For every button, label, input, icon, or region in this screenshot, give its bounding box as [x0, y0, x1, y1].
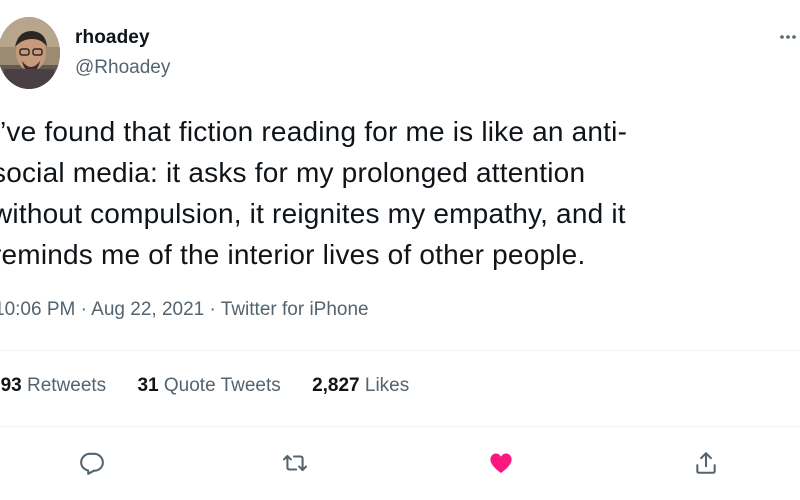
display-name[interactable]: rhoadey — [75, 27, 150, 49]
engagement-stats: 593 Retweets 31 Quote Tweets 2,827 Likes — [0, 375, 435, 397]
meta-separator: · — [209, 299, 216, 320]
tweet-time[interactable]: 10:06 PM — [0, 299, 75, 320]
likes-stat[interactable]: 2,827 Likes — [312, 375, 409, 397]
retweet-button[interactable] — [275, 443, 315, 483]
share-button[interactable] — [686, 443, 726, 483]
share-icon — [696, 452, 716, 474]
reply-icon — [80, 452, 104, 475]
avatar[interactable] — [0, 17, 60, 89]
heart-icon — [490, 453, 512, 473]
retweets-label: Retweets — [26, 375, 107, 396]
tweet-text: I’ve found that fiction reading for me i… — [0, 111, 792, 275]
tweet-text-line: I’ve found that fiction reading for me i… — [0, 116, 628, 147]
action-bar — [0, 443, 800, 483]
like-button[interactable] — [481, 443, 521, 483]
likes-count: 2,827 — [312, 375, 360, 396]
quote-tweets-count: 31 — [137, 375, 159, 396]
retweets-stat[interactable]: 593 Retweets — [0, 375, 106, 397]
tweet-text-line: without compulsion, it reignites my empa… — [0, 198, 626, 229]
quote-tweets-label: Quote Tweets — [163, 375, 281, 396]
retweets-count: 593 — [0, 375, 22, 396]
divider — [0, 350, 800, 351]
reply-button[interactable] — [72, 443, 112, 483]
divider — [0, 426, 800, 427]
meta-separator: · — [80, 299, 87, 320]
tweet-meta: 10:06 PM · Aug 22, 2021 · Twitter for iP… — [0, 299, 369, 321]
user-handle[interactable]: @Rhoadey — [75, 57, 170, 79]
tweet-text-line: reminds me of the interior lives of othe… — [0, 239, 586, 270]
retweet-icon — [282, 454, 308, 472]
tweet-card: rhoadey @Rhoadey I’ve found that fiction… — [0, 0, 800, 500]
tweet-date[interactable]: Aug 22, 2021 — [91, 299, 204, 320]
quote-tweets-stat[interactable]: 31 Quote Tweets — [137, 375, 280, 397]
more-icon[interactable] — [772, 22, 800, 52]
likes-label: Likes — [364, 375, 410, 396]
tweet-text-line: social media: it asks for my prolonged a… — [0, 157, 586, 188]
tweet-source[interactable]: Twitter for iPhone — [221, 299, 369, 320]
